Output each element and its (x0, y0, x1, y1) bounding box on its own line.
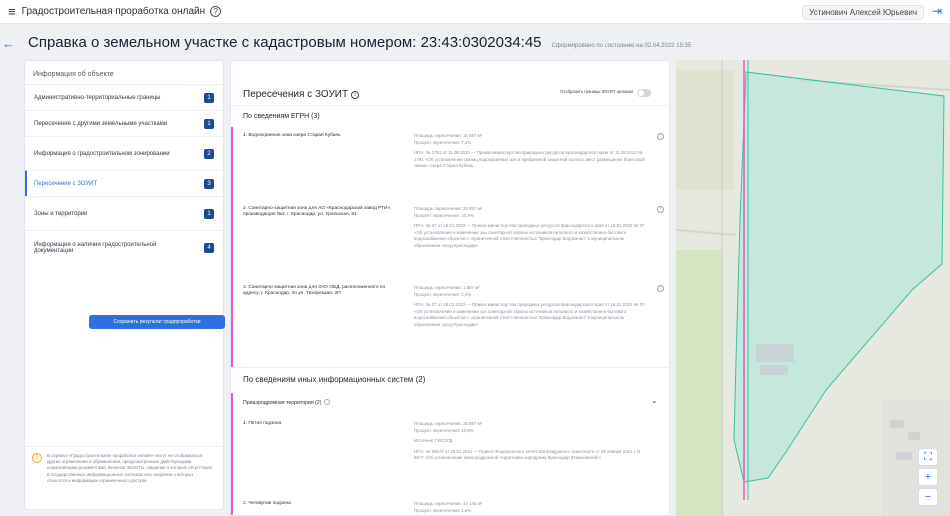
other-systems-section-title: По сведениям иных информационных систем … (243, 375, 426, 384)
save-result-button[interactable]: Сохранить результат градпроработки (89, 315, 225, 329)
aerodrome-group-header[interactable]: Приаэродромная территория (2) (243, 399, 330, 406)
toggle-label: Отобразить границы ЗОУИТ целиком (560, 89, 633, 94)
sidebar-item-label: Пересечение с ЗОУИТ (34, 180, 98, 187)
logout-icon[interactable]: ⇥ (932, 4, 942, 18)
panel-title: Пересечения с ЗОУИТ i (243, 89, 360, 100)
panel-title-text: Пересечения с ЗОУИТ (243, 89, 349, 100)
zone-name: 2. Санитарно-защитная зона для АО «Красн… (243, 206, 392, 218)
zone-details: Площадь пересечения: 15 857 м² Процент п… (414, 133, 646, 170)
zouit-panel: Пересечения с ЗОУИТ i Отобразить границы … (230, 60, 670, 516)
page-header: ← Справка о земельном участке с кадастро… (2, 34, 692, 51)
count-badge: 1 (204, 208, 214, 219)
sidebar-item-label: Административно-территориальные границы (34, 94, 161, 101)
formed-timestamp: Сформировано по состоянию на 02.04.2022 … (551, 43, 692, 49)
legal-act: НПА: № 37 от 18.01.2022 — Приказ министе… (414, 223, 645, 248)
map-canvas[interactable] (676, 60, 950, 516)
intersection-percent: Процент пересечения: 10,9% (414, 427, 474, 433)
sidebar-item-label: Зоны и территории (34, 210, 88, 217)
building (908, 432, 920, 440)
built-up-area (882, 400, 950, 516)
sidebar-item-land-intersections[interactable]: Пересечение с другими земельными участка… (25, 110, 223, 136)
divider (231, 367, 669, 368)
intersection-percent: Процент пересечения: 2,4% (414, 291, 472, 297)
sidebar-item-label: Информация о наличии градостроительной д… (34, 241, 157, 254)
building (760, 365, 788, 375)
building (896, 452, 912, 460)
help-icon[interactable]: ? (210, 6, 222, 17)
building (890, 420, 904, 428)
data-source: Источник: ГИСОГД (414, 438, 453, 443)
warning-icon: ! (32, 453, 42, 463)
show-boundaries-toggle[interactable] (637, 89, 651, 97)
intersection-percent: Процент пересечения: 10,9% (414, 212, 474, 218)
zoom-in-button[interactable]: + (918, 468, 938, 486)
legal-act: НПА: № 37 от 18.01.2022 — Приказ министе… (414, 302, 645, 327)
zone-accent-line (231, 393, 233, 515)
count-badge: 1 (204, 92, 214, 103)
sidebar-item-zouit[interactable]: Пересечение с ЗОУИТ 3 (25, 170, 223, 196)
zone-details: Площадь пересечения: 25 857 м² Процент п… (414, 206, 646, 249)
sidebar-header: Информация об объекте (33, 71, 114, 78)
zone-name: 3. Санитарно-защитная зона для ЗАО ОБД, … (243, 285, 386, 297)
details-icon[interactable]: i (657, 133, 664, 140)
zone-name: 1. Пятая подзона (243, 421, 282, 426)
sidebar-item-documentation[interactable]: Информация о наличии градостроительной д… (25, 230, 223, 264)
building (756, 344, 794, 362)
info-icon[interactable]: i (351, 91, 360, 99)
notice-text: В сервисе «Градостроительная проработка … (47, 453, 213, 483)
zone-details: Площадь пересечения: 25 857 м² Процент п… (414, 421, 646, 462)
fullscreen-button[interactable]: ⛶ (918, 448, 938, 466)
details-icon[interactable]: i (657, 285, 664, 292)
sidebar-item-label: Пересечение с другими земельными участка… (34, 120, 168, 127)
service-notice: ! В сервисе «Градостроительная проработк… (25, 446, 223, 510)
legal-act: НПА: № 950-П от 29.01.2021 — Приказ Феде… (414, 448, 641, 461)
count-badge: 2 (204, 148, 214, 159)
user-name[interactable]: Устинович Алексей Юрьевич (802, 5, 924, 20)
sidebar-item-zones[interactable]: Зоны и территории 1 (25, 196, 223, 230)
page-title: Справка о земельном участке с кадастровы… (28, 34, 542, 51)
divider (231, 105, 669, 106)
legal-act: НПА: № 1791 от 11.08.2010 — Приказ минис… (414, 150, 645, 168)
count-badge: 1 (204, 118, 214, 129)
zone-name: 1. Водоохранная зона озера Старая Кубань (243, 133, 341, 138)
sidebar-item-label: Информация о градостроительном зонирован… (34, 150, 170, 157)
egrn-section-title: По сведениям ЕГРН (3) (243, 113, 320, 120)
zone-details: Площадь пересечения: 1 897 м² Процент пе… (414, 285, 646, 328)
count-badge: 3 (204, 178, 214, 189)
toggle-knob (638, 90, 644, 96)
details-icon[interactable]: i (657, 206, 664, 213)
zoom-out-button[interactable]: − (918, 488, 938, 506)
field-area (676, 250, 722, 516)
field-area (676, 70, 734, 190)
chevron-down-icon[interactable]: ⌄ (651, 396, 658, 405)
sidebar-item-admin-borders[interactable]: Административно-территориальные границы … (25, 84, 223, 110)
map-view[interactable] (676, 60, 950, 516)
zone-name: 2. Четвертая подзона (243, 501, 291, 506)
object-info-sidebar: Информация об объекте Административно-те… (24, 60, 225, 510)
zone-details: Площадь пересечения: 44 445 м² Процент п… (414, 501, 646, 514)
intersection-percent: Процент пересечения: 1,8% (414, 507, 472, 513)
top-bar: ≡ Градостроительная проработка онлайн ? … (0, 0, 950, 24)
intersection-percent: Процент пересечения: 7,3% (414, 139, 472, 145)
count-badge: 4 (204, 242, 214, 253)
back-arrow-icon[interactable]: ← (2, 36, 15, 51)
zone-accent-line (231, 127, 233, 367)
sidebar-item-zoning[interactable]: Информация о градостроительном зонирован… (25, 136, 223, 170)
info-icon[interactable] (323, 399, 330, 405)
app-title: Градостроительная проработка онлайн (21, 6, 206, 17)
hamburger-menu-icon[interactable]: ≡ (8, 4, 16, 19)
group-label: Приаэродромная территория (2) (243, 400, 322, 406)
